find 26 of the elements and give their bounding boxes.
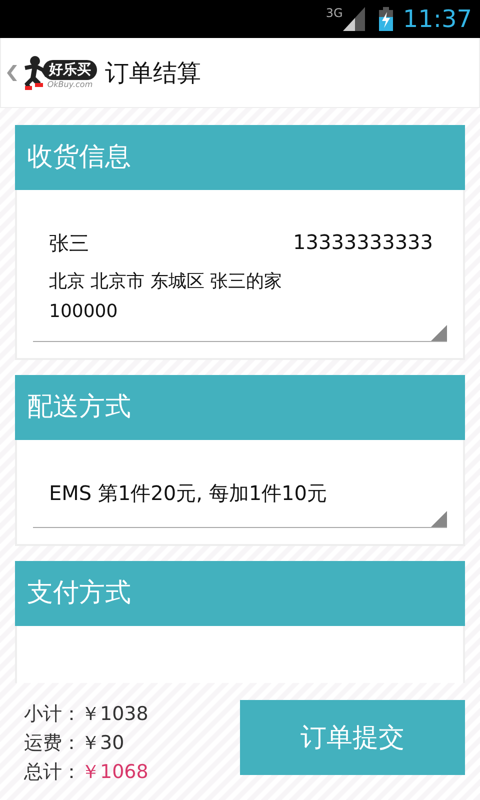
dropdown-corner-icon: [431, 511, 447, 527]
recipient-name: 张三: [49, 230, 89, 257]
battery-charging-icon: [378, 7, 393, 31]
shipping-selector[interactable]: EMS 第1件20元, 每加1件10元: [33, 454, 447, 528]
summary-label: 总计：: [24, 761, 81, 783]
logo-text: 好乐买: [43, 60, 97, 80]
address-text: 北京 北京市 东城区 张三的家: [49, 271, 284, 293]
page-title: 订单结算: [105, 58, 201, 88]
logo-subtext: OkBuy.com: [47, 80, 93, 88]
summary-label: 运费：: [24, 732, 81, 754]
postcode-text: 100000: [49, 301, 119, 323]
dropdown-corner-icon: [431, 325, 447, 341]
summary-label: 小计：: [24, 703, 81, 725]
signal-icon: [342, 7, 365, 31]
summary-value: ￥1038: [81, 703, 148, 725]
summary-value: ￥1068: [81, 761, 148, 783]
phone-number: 13333333333: [293, 230, 433, 256]
shipping-option: EMS 第1件20元, 每加1件10元: [49, 480, 447, 507]
summary-value: ￥30: [81, 732, 124, 754]
section-header: 收货信息: [15, 125, 465, 190]
section-header: 支付方式: [15, 561, 465, 626]
clock-time: 11:37: [402, 5, 472, 33]
address-selector[interactable]: 张三 13333333333 北京 北京市 东城区 张三的家 100000: [33, 204, 447, 342]
network-label: 3G: [326, 6, 343, 20]
section-header: 配送方式: [15, 375, 465, 440]
back-chevron-icon[interactable]: [7, 64, 17, 80]
